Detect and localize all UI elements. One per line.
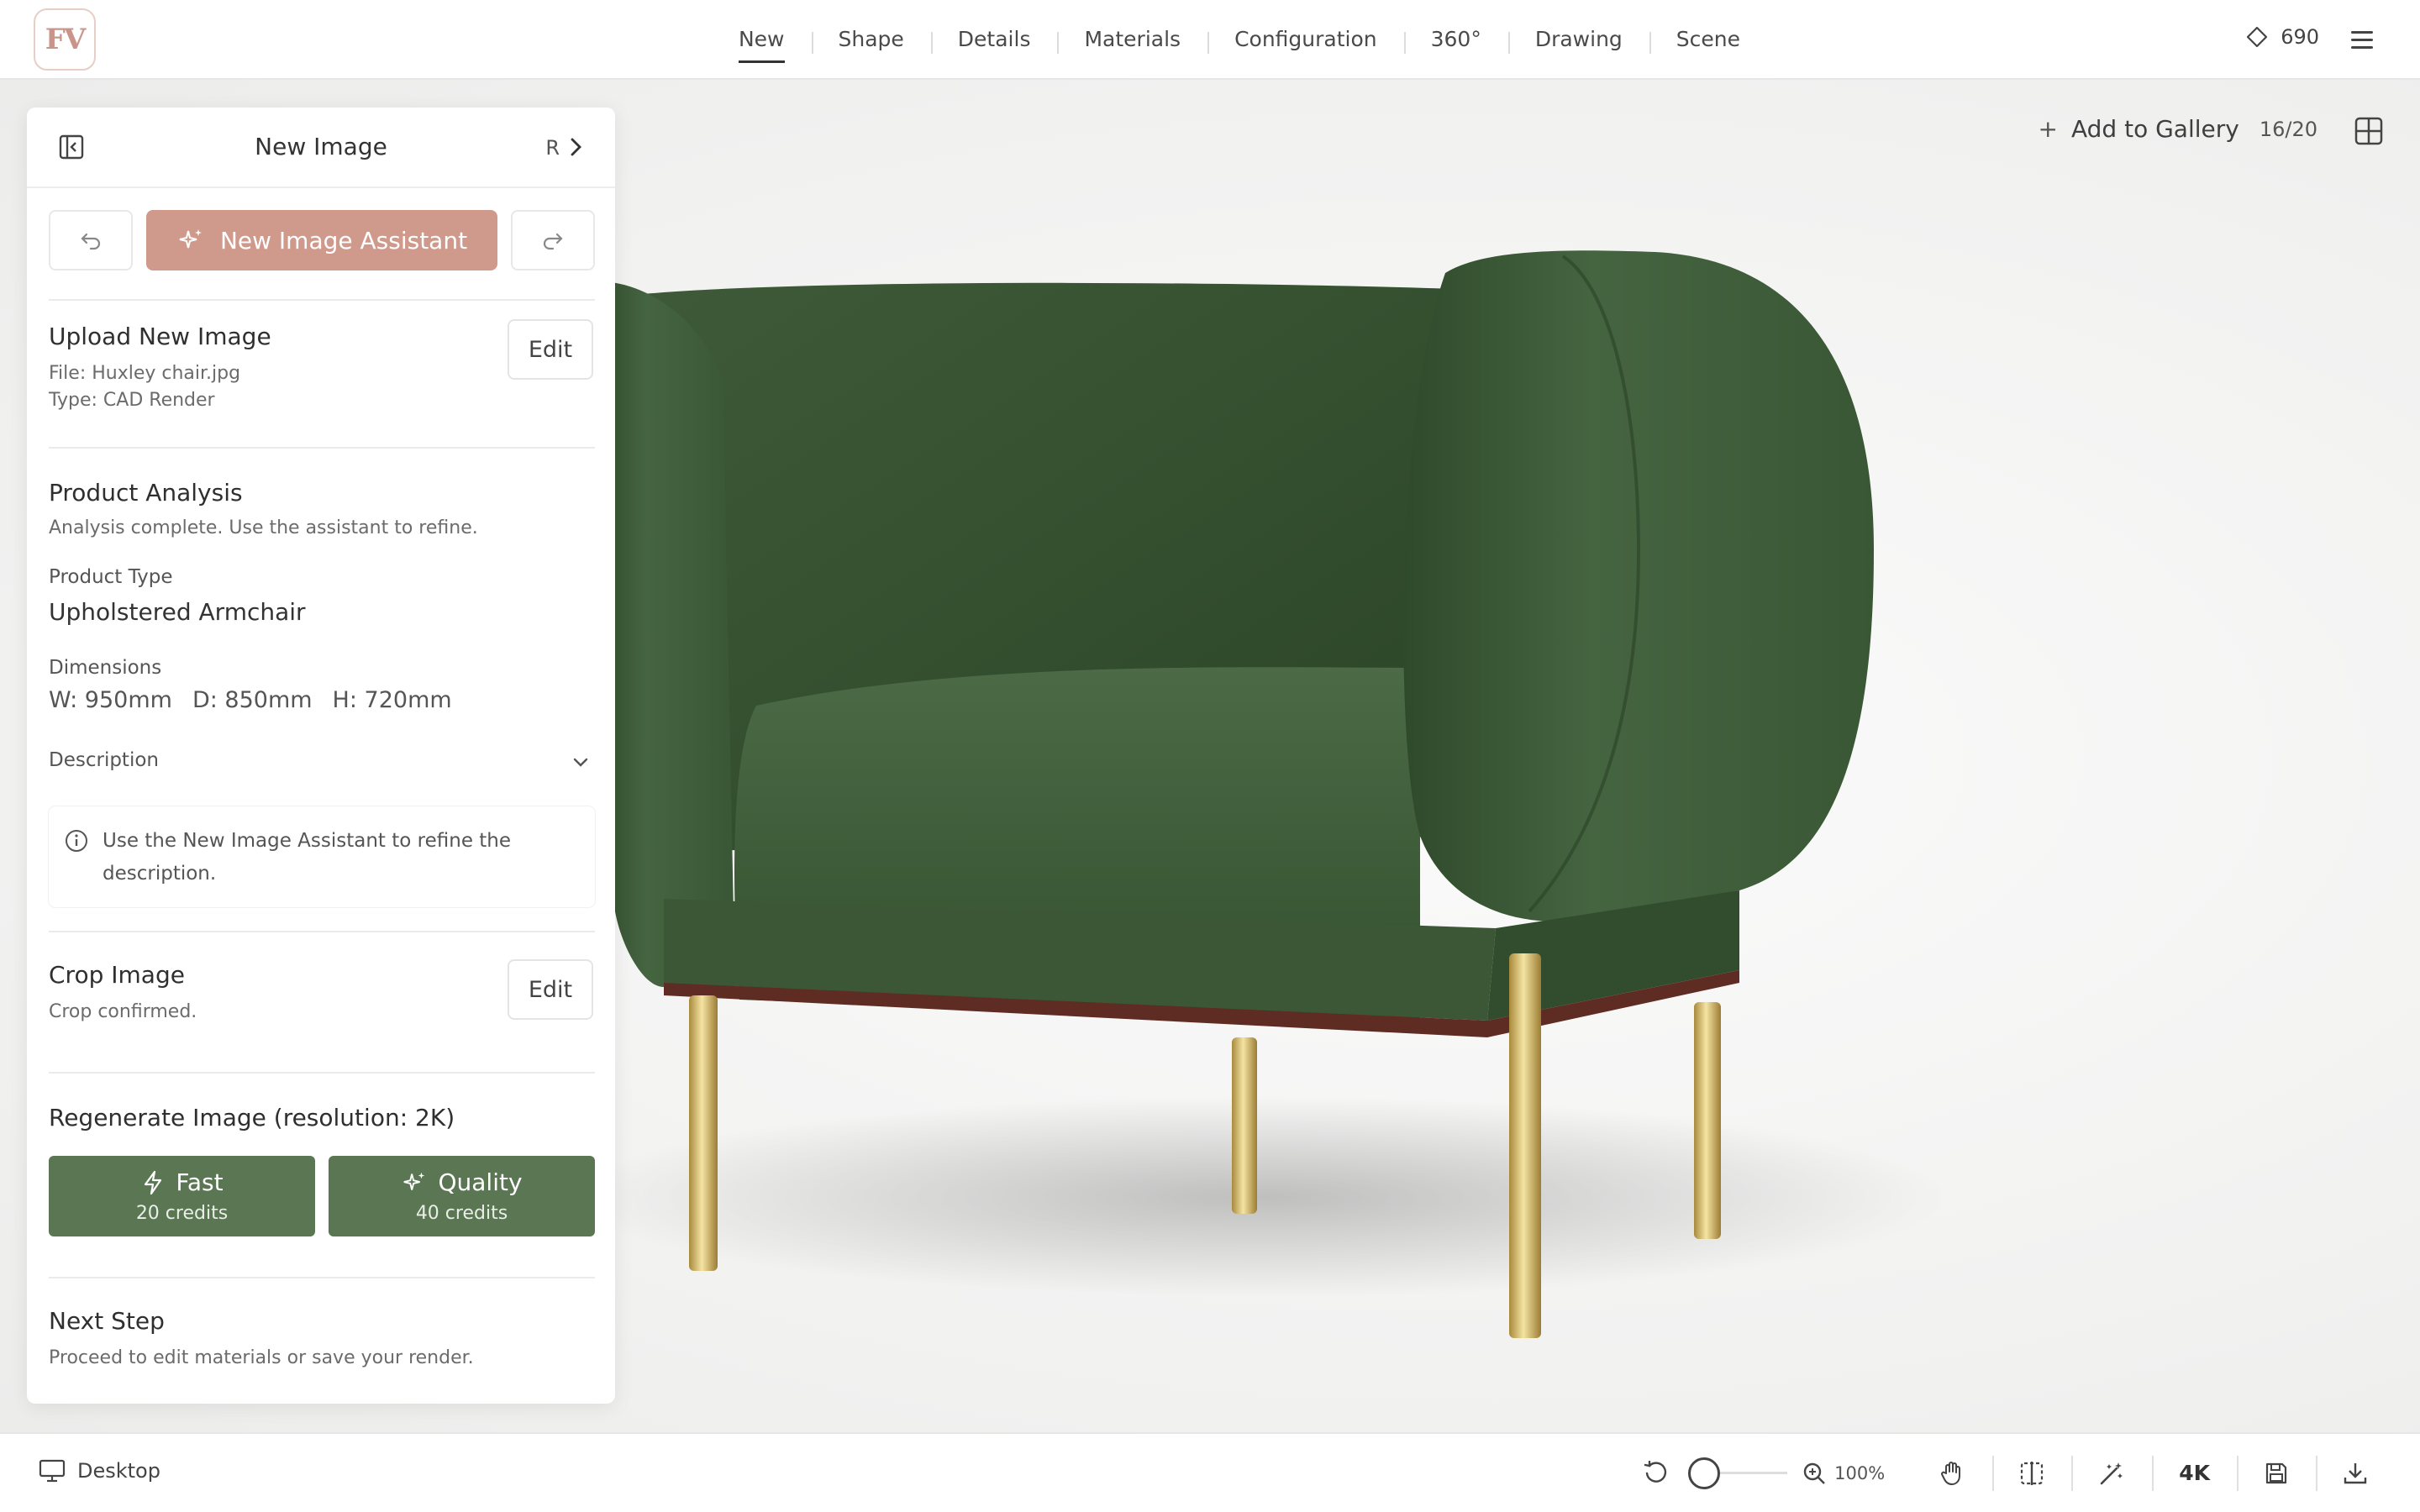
compare-button[interactable] (1992, 1434, 2071, 1512)
upload-file-name: File: Huxley chair.jpg (49, 363, 241, 384)
description-info-text: Use the New Image Assistant to refine th… (103, 830, 512, 885)
dimensions-label: Dimensions (49, 657, 162, 679)
new-image-assistant-button[interactable]: New Image Assistant (146, 210, 497, 270)
upload-section-title: Upload New Image (49, 323, 271, 350)
main-nav: New Shape Details Materials Configuratio… (0, 0, 2420, 78)
upload-file-type: Type: CAD Render (49, 390, 215, 411)
reset-view-button[interactable] (1616, 1434, 1678, 1512)
section-divider (49, 1277, 595, 1278)
regenerate-section-title: Regenerate Image (resolution: 2K) (49, 1104, 455, 1131)
new-image-panel: New Image R New Image Assistant Upload N… (27, 108, 615, 1404)
next-step-text: Proceed to edit materials or save your r… (49, 1347, 474, 1368)
panel-shortcut-key: R (545, 136, 560, 160)
gallery-count: 16/20 (2259, 117, 2317, 141)
dimensions-values: W: 950mm D: 850mm H: 720mm (49, 687, 452, 713)
dimension-width: W: 950mm (49, 687, 172, 713)
rotate-reset-icon (1644, 1460, 1667, 1483)
pan-tool-button[interactable] (1912, 1434, 1992, 1512)
save-icon (2265, 1462, 2287, 1483)
nav-tab-configuration[interactable]: Configuration (1207, 27, 1404, 54)
add-to-gallery-button[interactable]: + Add to Gallery 16/20 (2039, 115, 2317, 143)
next-step-title: Next Step (49, 1307, 165, 1335)
upload-edit-button[interactable]: Edit (508, 319, 593, 380)
assistant-button-label: New Image Assistant (219, 226, 468, 255)
nav-tab-shape[interactable]: Shape (811, 27, 931, 54)
analysis-section-title: Product Analysis (49, 479, 243, 507)
nav-tab-360[interactable]: 360° (1403, 27, 1508, 54)
zoom-slider[interactable] (1678, 1434, 1797, 1512)
dimension-depth: D: 850mm (192, 687, 313, 713)
resolution-label: 4K (2179, 1461, 2210, 1485)
regenerate-fast-button[interactable]: Fast 20 credits (49, 1156, 315, 1236)
chevron-down-icon[interactable] (571, 756, 590, 769)
info-icon (66, 830, 87, 852)
nav-tab-scene[interactable]: Scene (1649, 27, 1767, 54)
top-bar: FV New Shape Details Materials Configura… (0, 0, 2420, 80)
zoom-indicator[interactable]: 100% (1797, 1434, 1912, 1512)
fast-credits: 20 credits (135, 1203, 229, 1224)
regenerate-buttons: Fast 20 credits Quality 40 credits (49, 1156, 595, 1236)
panel-title: New Image (255, 133, 387, 160)
desktop-icon (39, 1459, 66, 1483)
nav-tab-details[interactable]: Details (930, 27, 1058, 54)
zoom-slider-track[interactable] (1720, 1472, 1788, 1474)
gallery-grid-icon[interactable] (2354, 117, 2383, 145)
redo-button[interactable] (511, 210, 595, 270)
undo-button[interactable] (49, 210, 133, 270)
fast-label: Fast (176, 1168, 224, 1196)
add-to-gallery-label: Add to Gallery (2070, 115, 2239, 143)
credits-count: 690 (2281, 25, 2319, 49)
diamond-icon (2247, 26, 2268, 48)
assistant-toolbar: New Image Assistant (49, 210, 595, 270)
quality-credits: 40 credits (415, 1203, 508, 1224)
download-icon (2344, 1462, 2367, 1483)
magic-enhance-button[interactable] (2071, 1434, 2152, 1512)
redo-icon (543, 233, 563, 250)
product-type-label: Product Type (49, 566, 173, 588)
product-type-value: Upholstered Armchair (49, 598, 306, 626)
sparkle-icon (404, 1172, 425, 1190)
description-info-box: Use the New Image Assistant to refine th… (49, 806, 595, 907)
device-selector[interactable]: Desktop (39, 1459, 160, 1483)
section-divider (49, 931, 595, 932)
hamburger-menu-button[interactable] (2351, 25, 2380, 54)
hand-icon (1941, 1461, 1961, 1485)
device-label: Desktop (77, 1459, 160, 1483)
zoom-in-icon (1803, 1462, 1826, 1484)
download-button[interactable] (2316, 1434, 2395, 1512)
zoom-value: 100% (1834, 1462, 1886, 1483)
crop-status: Crop confirmed. (49, 1001, 197, 1022)
nav-tab-new[interactable]: New (712, 27, 812, 63)
lightning-icon (145, 1170, 162, 1194)
section-divider (49, 1072, 595, 1074)
crop-section-title: Crop Image (49, 961, 185, 989)
quality-label: Quality (438, 1168, 523, 1196)
panel-header: New Image R (27, 108, 615, 188)
nav-tab-materials[interactable]: Materials (1057, 27, 1207, 54)
bottom-toolbar: Desktop 100% 4K (0, 1432, 2420, 1512)
plus-icon: + (2038, 115, 2058, 143)
credits-display[interactable]: 690 (2245, 25, 2319, 49)
zoom-slider-handle[interactable] (1688, 1457, 1721, 1489)
analysis-status: Analysis complete. Use the assistant to … (49, 517, 478, 538)
compare-icon (2021, 1461, 2044, 1485)
view-tools: 100% 4K (1616, 1434, 2395, 1512)
crop-edit-button[interactable]: Edit (508, 959, 593, 1020)
save-button[interactable] (2237, 1434, 2316, 1512)
hamburger-icon (2351, 30, 2373, 34)
dimension-height: H: 720mm (332, 687, 452, 713)
section-divider (49, 299, 595, 301)
magic-wand-icon (2100, 1462, 2123, 1484)
chevron-right-icon[interactable] (566, 136, 585, 158)
regenerate-quality-button[interactable]: Quality 40 credits (329, 1156, 595, 1236)
undo-icon (81, 233, 101, 250)
description-label[interactable]: Description (49, 749, 159, 771)
section-divider (49, 447, 595, 449)
resolution-button[interactable]: 4K (2152, 1434, 2237, 1512)
sparkle-icon (179, 229, 202, 249)
nav-tab-drawing[interactable]: Drawing (1507, 27, 1649, 54)
